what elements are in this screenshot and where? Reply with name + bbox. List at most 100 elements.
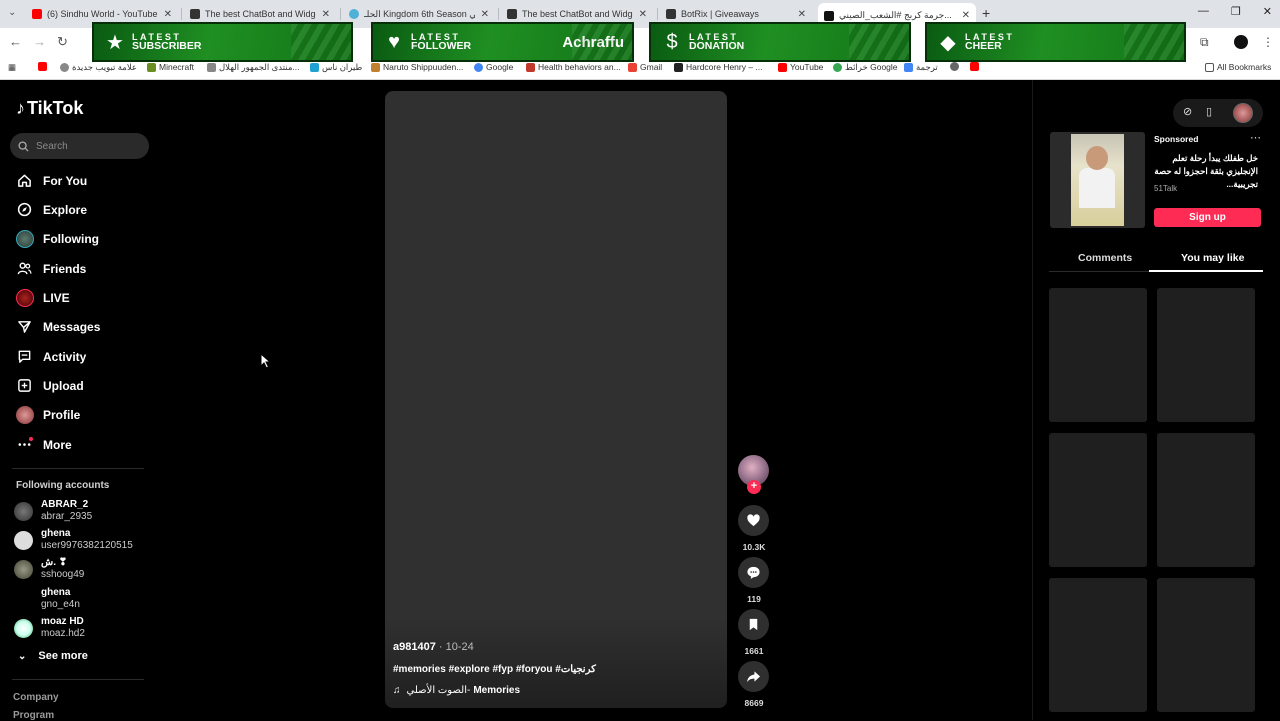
explore-small-icon[interactable]: ⊘ (1183, 105, 1192, 118)
footer-link-company[interactable]: Company (13, 692, 59, 703)
bookmark-item[interactable]: Health behaviors an... (526, 62, 621, 72)
sign-up-button[interactable]: Sign up (1154, 208, 1261, 227)
browser-tab[interactable]: The best ChatBot and Widgets ✕ (501, 4, 653, 24)
bookmark-item[interactable]: Minecraft (147, 62, 194, 72)
nav-label: Following (43, 232, 99, 246)
bookmark-item[interactable]: خرائط Google (833, 62, 898, 73)
see-more-button[interactable]: ⌄ See more (18, 650, 88, 662)
browser-tab[interactable]: (6) Sindhu World - YouTube ✕ (26, 4, 178, 24)
following-account[interactable]: ش. ❣ sshoog49 (14, 557, 84, 581)
bookmark-item[interactable]: Gmail (628, 62, 662, 72)
video-author[interactable]: a981407 (393, 641, 436, 653)
close-tab-icon[interactable]: ✕ (639, 9, 647, 20)
latest-subscriber-alert: ★ LATEST SUBSCRIBER (92, 22, 353, 62)
nav-profile[interactable]: Profile (16, 406, 80, 424)
all-bookmarks[interactable]: All Bookmarks (1205, 62, 1271, 72)
minimize-icon[interactable]: — (1198, 5, 1209, 18)
account-name: moaz HD (41, 616, 84, 627)
new-tab-button[interactable]: + (982, 5, 990, 21)
device-icon[interactable]: ▯ (1206, 105, 1212, 118)
share-button[interactable] (738, 661, 769, 692)
suggested-video-thumbnail[interactable] (1157, 433, 1255, 567)
comment-button[interactable] (738, 557, 769, 588)
nav-live[interactable]: LIVE (16, 289, 70, 307)
back-icon[interactable]: ← (9, 34, 22, 49)
alert-title: FOLLOWER (411, 40, 472, 52)
bookmark-item[interactable]: طيران ناس (310, 62, 362, 73)
like-button[interactable] (738, 505, 769, 536)
user-avatar[interactable] (1233, 103, 1253, 123)
maximize-icon[interactable]: ❐ (1231, 5, 1241, 18)
browser-menu-icon[interactable]: ⋮ (1262, 35, 1274, 49)
suggested-video-thumbnail[interactable] (1157, 288, 1255, 422)
close-tab-icon[interactable]: ✕ (322, 9, 330, 20)
logo-text: TikTok (27, 98, 84, 118)
nav-friends[interactable]: Friends (16, 260, 86, 277)
chevron-down-icon: ⌄ (18, 650, 27, 662)
tab-you-may-like[interactable]: You may like (1181, 252, 1244, 264)
following-account[interactable]: ABRAR_2 abrar_2935 (14, 499, 92, 523)
footer-link-program[interactable]: Program (13, 710, 54, 721)
nav-activity[interactable]: Activity (16, 348, 86, 365)
suggested-video-thumbnail[interactable] (1049, 578, 1147, 712)
follow-plus-button[interactable]: + (747, 480, 761, 494)
ad-options-icon[interactable]: ⋯ (1250, 131, 1261, 144)
video-author-line[interactable]: a981407 · 10-24 (393, 641, 474, 653)
video-music[interactable]: ♫ الصوت الأصلي - Memories (393, 685, 520, 696)
close-tab-icon[interactable]: ✕ (962, 10, 970, 21)
naruto-icon (371, 62, 380, 72)
bookmark-item[interactable]: علامة تبويب جديدة (60, 62, 137, 73)
alert-title: CHEER (965, 40, 1002, 52)
suggested-video-thumbnail[interactable] (1049, 288, 1147, 422)
music-original: الصوت الأصلي (406, 685, 467, 696)
following-account[interactable]: ghena user9976382120515 (14, 528, 133, 552)
bookmark-item[interactable]: منتدى الجمهور الهلال... (207, 62, 300, 73)
document-icon (526, 62, 535, 72)
browser-tab[interactable]: The best ChatBot and Widgets ✕ (184, 4, 336, 24)
live-icon (16, 289, 34, 307)
search-input[interactable]: Search (10, 133, 149, 159)
following-account[interactable]: ghena gno_e4n (14, 587, 80, 611)
bookmark-item[interactable] (970, 62, 982, 71)
share-icon (747, 671, 761, 683)
share-count: 8669 (744, 698, 764, 708)
close-tab-icon[interactable]: ✕ (164, 9, 172, 20)
browser-tab[interactable]: الحلـ Kingdom 6th Season انمي ✕ (343, 4, 495, 24)
bookmark-item[interactable] (950, 62, 962, 71)
upload-icon (16, 377, 33, 394)
video-player[interactable] (385, 91, 727, 708)
tab-search-chevron-icon[interactable]: ⌄ (8, 7, 16, 18)
close-tab-icon[interactable]: ✕ (798, 9, 806, 20)
bookmark-item[interactable]: YouTube (778, 62, 823, 72)
tab-comments[interactable]: Comments (1078, 252, 1132, 264)
bookmark-item[interactable] (38, 62, 50, 71)
apps-grid-icon[interactable]: ▦ (8, 62, 16, 73)
close-window-icon[interactable]: ✕ (1263, 5, 1272, 18)
suggested-video-thumbnail[interactable] (1157, 578, 1255, 712)
ad-image-face (1086, 146, 1108, 170)
video-hashtags[interactable]: #memories #explore #fyp #foryou #كرنجيات (393, 664, 596, 675)
bookmark-item[interactable]: Google (474, 62, 513, 72)
nav-explore[interactable]: Explore (16, 201, 87, 218)
nav-more[interactable]: More (16, 436, 72, 453)
tiktok-logo[interactable]: ♪ TikTok (16, 98, 83, 119)
nav-upload[interactable]: Upload (16, 377, 84, 394)
nav-messages[interactable]: Messages (16, 318, 100, 335)
browser-profile-avatar[interactable] (1234, 35, 1248, 49)
extensions-icon[interactable]: ⧉ (1200, 35, 1209, 50)
browser-tab[interactable]: BotRix | Giveaways ✕ (660, 4, 812, 24)
bookmark-item[interactable]: Hardcore Henry – ... (674, 62, 763, 72)
nav-for-you[interactable]: For You (16, 172, 87, 189)
suggested-video-thumbnail[interactable] (1049, 433, 1147, 567)
account-handle: moaz.hd2 (41, 628, 85, 639)
close-tab-icon[interactable]: ✕ (481, 9, 489, 20)
reload-icon[interactable]: ↻ (57, 34, 68, 50)
bookmark-item[interactable]: Naruto Shippuuden... (371, 62, 463, 72)
forward-icon[interactable]: → (33, 34, 46, 49)
ad-image[interactable] (1050, 132, 1145, 228)
following-account[interactable]: moaz HD moaz.hd2 (14, 616, 85, 640)
bookmark-item[interactable]: ترجمة (904, 62, 938, 73)
nav-following[interactable]: Following (16, 230, 99, 248)
save-button[interactable] (738, 609, 769, 640)
botrix-favicon-icon (507, 9, 517, 19)
